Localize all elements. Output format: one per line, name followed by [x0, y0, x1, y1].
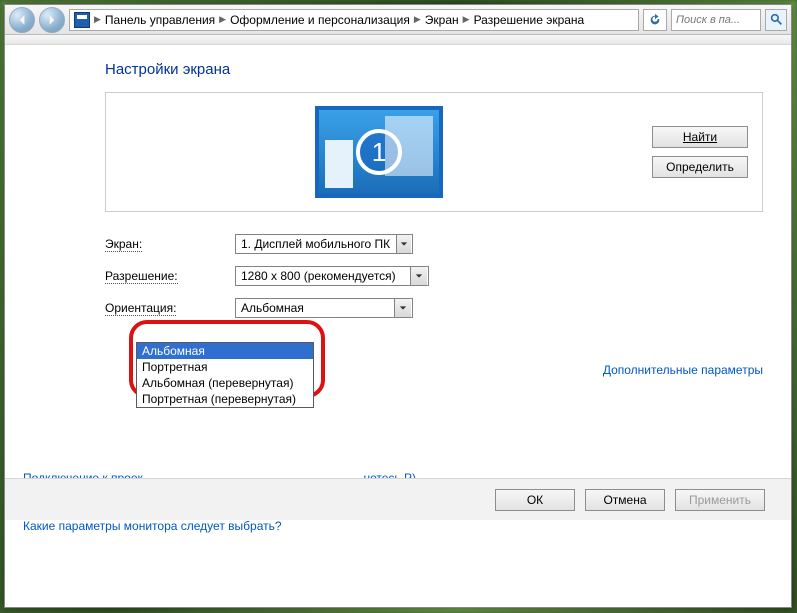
- detect-button[interactable]: Определить: [652, 156, 748, 178]
- back-button[interactable]: [9, 7, 35, 33]
- cancel-button[interactable]: Отмена: [585, 489, 665, 511]
- screen-value: 1. Дисплей мобильного ПК: [236, 237, 395, 251]
- orientation-option[interactable]: Альбомная: [137, 343, 313, 359]
- dialog-button-bar: ОК Отмена Применить: [5, 478, 791, 520]
- resolution-combobox[interactable]: 1280 x 800 (рекомендуется): [235, 266, 429, 286]
- orientation-dropdown-list: Альбомная Портретная Альбомная (переверн…: [136, 342, 314, 408]
- monitor-thumbnail[interactable]: 1: [315, 106, 443, 198]
- navigation-toolbar: ▶ Панель управления ▶ Оформление и персо…: [5, 5, 791, 35]
- chevron-right-icon[interactable]: ▶: [461, 14, 472, 25]
- chevron-down-icon[interactable]: [394, 299, 411, 317]
- orientation-value: Альбомная: [236, 301, 393, 315]
- search-input[interactable]: [672, 14, 760, 26]
- orientation-combobox[interactable]: Альбомная: [235, 298, 413, 318]
- display-preview-box: 1 Найти Определить: [105, 92, 763, 212]
- address-breadcrumb[interactable]: ▶ Панель управления ▶ Оформление и персо…: [69, 9, 639, 31]
- breadcrumb-item[interactable]: Панель управления: [105, 13, 215, 27]
- control-panel-icon: [74, 12, 90, 28]
- chevron-down-icon[interactable]: [410, 267, 427, 285]
- breadcrumb-item[interactable]: Разрешение экрана: [474, 13, 585, 27]
- search-button[interactable]: [765, 9, 787, 31]
- search-box[interactable]: [671, 9, 761, 31]
- which-monitor-link[interactable]: Какие параметры монитора следует выбрать…: [23, 519, 416, 533]
- chevron-right-icon[interactable]: ▶: [92, 14, 103, 25]
- orientation-option[interactable]: Альбомная (перевернутая): [137, 375, 313, 391]
- refresh-button[interactable]: [643, 9, 667, 31]
- apply-button[interactable]: Применить: [675, 489, 765, 511]
- chevron-right-icon[interactable]: ▶: [412, 14, 423, 25]
- orientation-option[interactable]: Портретная: [137, 359, 313, 375]
- ok-button[interactable]: ОК: [495, 489, 575, 511]
- control-panel-window: ▶ Панель управления ▶ Оформление и персо…: [4, 4, 792, 608]
- resolution-value: 1280 x 800 (рекомендуется): [236, 269, 409, 283]
- find-button[interactable]: Найти: [652, 126, 748, 148]
- sub-toolbar-strip: [5, 35, 791, 45]
- page-title: Настройки экрана: [105, 61, 763, 78]
- monitor-number-badge: 1: [356, 129, 402, 175]
- chevron-down-icon[interactable]: [396, 235, 411, 253]
- breadcrumb-item[interactable]: Экран: [425, 13, 459, 27]
- content-area: Настройки экрана 1 Найти Определить Экра…: [5, 45, 791, 607]
- breadcrumb-item[interactable]: Оформление и персонализация: [230, 13, 410, 27]
- forward-button[interactable]: [39, 7, 65, 33]
- screen-combobox[interactable]: 1. Дисплей мобильного ПК: [235, 234, 413, 254]
- chevron-right-icon[interactable]: ▶: [217, 14, 228, 25]
- advanced-settings-link[interactable]: Дополнительные параметры: [603, 363, 763, 377]
- resolution-label: Разрешение:: [105, 269, 235, 283]
- settings-form: Экран: 1. Дисплей мобильного ПК Разрешен…: [105, 234, 763, 318]
- orientation-label: Ориентация:: [105, 301, 235, 315]
- orientation-option[interactable]: Портретная (перевернутая): [137, 391, 313, 407]
- screen-label: Экран:: [105, 237, 235, 251]
